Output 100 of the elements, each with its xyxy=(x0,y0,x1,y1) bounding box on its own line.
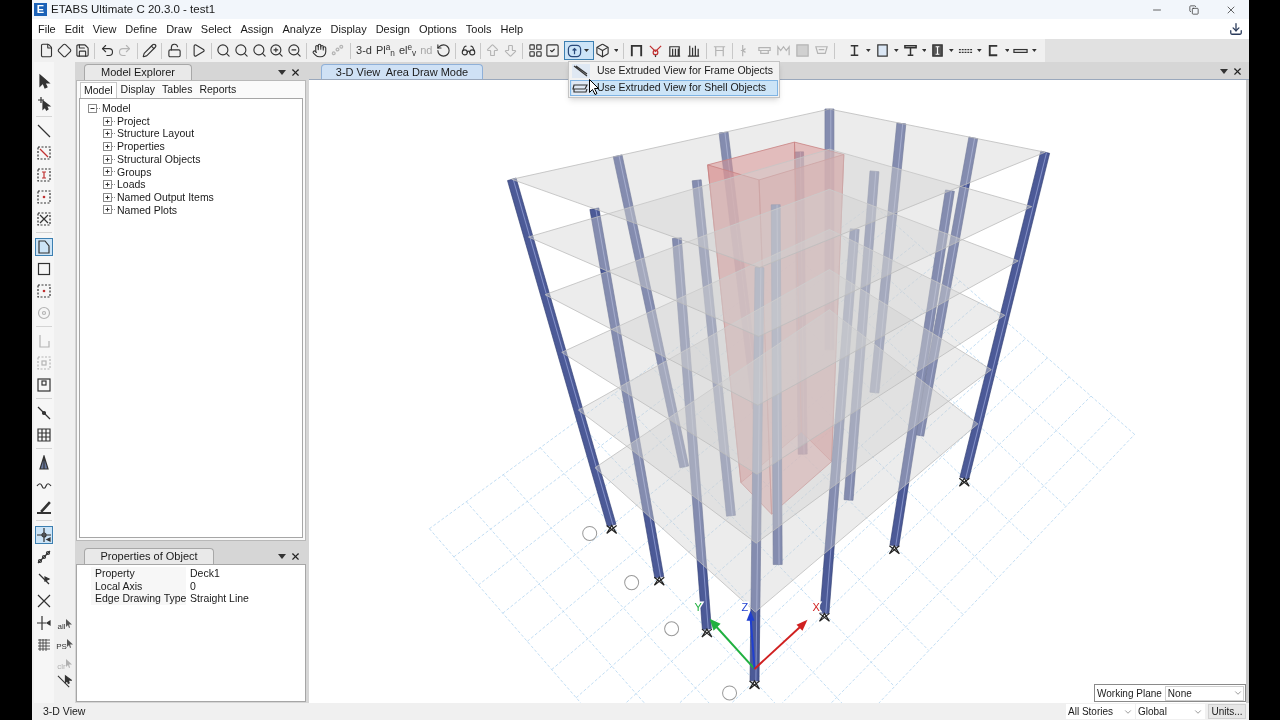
menu-item[interactable]: Design xyxy=(375,20,410,38)
menu-item[interactable]: View xyxy=(92,20,117,38)
caret-icon[interactable] xyxy=(613,49,619,52)
zoom-icon[interactable] xyxy=(216,43,232,58)
zoom-in-icon[interactable] xyxy=(269,43,285,58)
caret-icon[interactable] xyxy=(949,49,955,52)
restore-icon[interactable] xyxy=(1188,4,1199,15)
caret-icon[interactable] xyxy=(866,49,872,52)
undo-icon[interactable] xyxy=(99,43,115,58)
grid-icon[interactable] xyxy=(527,43,543,58)
extrude-view-button[interactable] xyxy=(563,41,594,60)
dashed-box-x-icon[interactable] xyxy=(36,211,52,227)
tree-item[interactable]: Structure Layout xyxy=(117,128,195,139)
expand-icon[interactable] xyxy=(103,116,116,126)
up-arrow-square-icon[interactable] xyxy=(566,43,582,58)
caret-icon[interactable] xyxy=(921,49,927,52)
menu-item[interactable]: Draw xyxy=(166,20,192,38)
line-arrow-icon[interactable] xyxy=(36,571,52,587)
tree-item[interactable]: Named Output Items xyxy=(117,191,214,203)
tree-item[interactable]: Properties xyxy=(117,141,165,152)
dots-icon[interactable] xyxy=(330,43,346,58)
grid-icon[interactable] xyxy=(36,427,52,443)
panel-tab[interactable]: Properties of Object xyxy=(84,548,214,564)
new-file-icon[interactable] xyxy=(39,43,55,58)
expand-icon[interactable] xyxy=(103,205,116,215)
menu-item[interactable]: Edit xyxy=(64,20,84,38)
hatch-grid-icon[interactable] xyxy=(36,637,52,653)
stories-dropdown[interactable]: All Stories xyxy=(1066,704,1135,719)
line-pointer-icon[interactable] xyxy=(57,673,72,689)
rectangle-icon[interactable] xyxy=(36,261,52,277)
zoom-icon[interactable] xyxy=(251,43,267,58)
bars-icon[interactable] xyxy=(686,43,702,58)
tree-item[interactable]: Groups xyxy=(117,166,152,178)
dropdown-caret-icon[interactable] xyxy=(1220,68,1228,74)
node-pointer-icon[interactable] xyxy=(36,95,52,111)
close-icon[interactable] xyxy=(290,550,301,562)
columns-icon[interactable] xyxy=(667,43,683,58)
expand-icon[interactable] xyxy=(103,179,116,189)
units-button[interactable]: Units... xyxy=(1208,704,1246,719)
caret-icon[interactable] xyxy=(977,49,982,52)
frame-icon[interactable] xyxy=(629,43,645,58)
v-joint-icon[interactable] xyxy=(648,43,664,58)
tree-item[interactable]: Structural Objects xyxy=(117,153,201,165)
expand-icon[interactable] xyxy=(103,129,116,139)
caret-icon[interactable] xyxy=(1032,49,1038,52)
zoom-icon[interactable] xyxy=(233,43,249,58)
explorer-tab[interactable]: Reports xyxy=(196,82,240,98)
checkbox-icon[interactable] xyxy=(545,43,561,58)
menu-item[interactable]: Assign xyxy=(240,20,274,38)
menu-item[interactable]: Help xyxy=(500,20,524,38)
pointer-icon[interactable] xyxy=(36,73,52,89)
menu-item[interactable]: Tools xyxy=(465,20,492,38)
framed-square-icon[interactable] xyxy=(36,377,52,393)
expand-icon[interactable] xyxy=(103,192,116,202)
zoom-out-icon[interactable] xyxy=(287,43,303,58)
save-icon[interactable] xyxy=(74,43,90,58)
explorer-tab[interactable]: Tables xyxy=(159,82,196,98)
menu-item[interactable]: Options xyxy=(418,20,457,38)
view-tab[interactable]: 3-D View Area Draw Mode xyxy=(321,64,483,79)
rotate-icon[interactable] xyxy=(435,43,451,58)
dropdown-caret-icon[interactable] xyxy=(278,69,286,75)
explorer-tab[interactable]: Model xyxy=(80,82,117,98)
expand-icon[interactable] xyxy=(103,141,116,151)
line-nodes-icon[interactable] xyxy=(36,405,52,421)
tree-item[interactable]: Model xyxy=(102,103,131,114)
nodes-line-icon[interactable] xyxy=(36,549,52,565)
dashed-box-line-icon[interactable] xyxy=(36,145,52,161)
menu-option[interactable]: Use Extruded View for Frame Objects xyxy=(570,63,778,79)
box-section-icon[interactable] xyxy=(930,43,946,58)
selection-button[interactable]: PS xyxy=(56,631,73,651)
menu-item[interactable]: File xyxy=(38,20,56,38)
dashed-box-i-icon[interactable] xyxy=(36,167,52,183)
diamond-icon[interactable] xyxy=(57,43,73,58)
menu-option[interactable]: Use Extruded View for Shell Objects xyxy=(570,80,778,96)
menu-item[interactable]: Analyze xyxy=(282,20,322,38)
close-icon[interactable] xyxy=(290,66,301,78)
cone-icon[interactable] xyxy=(36,455,52,471)
caret-icon[interactable] xyxy=(1004,49,1010,52)
menu-item[interactable]: Select xyxy=(200,20,232,38)
expand-icon[interactable] xyxy=(103,154,116,164)
panel-tab[interactable]: Model Explorer xyxy=(84,64,192,80)
view-mode-button[interactable]: 3-d xyxy=(354,41,374,60)
tree-item[interactable]: Project xyxy=(117,115,150,127)
cube-icon[interactable] xyxy=(595,43,611,58)
working-plane-dropdown[interactable]: None xyxy=(1164,685,1244,701)
cross-arrow-icon[interactable] xyxy=(36,615,52,631)
pen-icon[interactable] xyxy=(36,499,52,515)
hand-icon[interactable] xyxy=(311,43,327,58)
dropdown-caret-icon[interactable] xyxy=(278,553,286,559)
play-icon[interactable] xyxy=(191,43,207,58)
line-icon[interactable] xyxy=(36,123,52,139)
polygon-icon[interactable] xyxy=(36,239,52,255)
expand-icon[interactable] xyxy=(103,167,116,177)
download-icon[interactable] xyxy=(1229,22,1243,36)
pencil-icon[interactable] xyxy=(142,43,157,58)
lock-icon[interactable] xyxy=(166,43,182,58)
x-lines-icon[interactable] xyxy=(36,593,52,609)
caret-icon[interactable] xyxy=(583,49,589,52)
menu-item[interactable]: Define xyxy=(125,20,158,38)
explorer-tab[interactable]: Display xyxy=(117,82,159,98)
